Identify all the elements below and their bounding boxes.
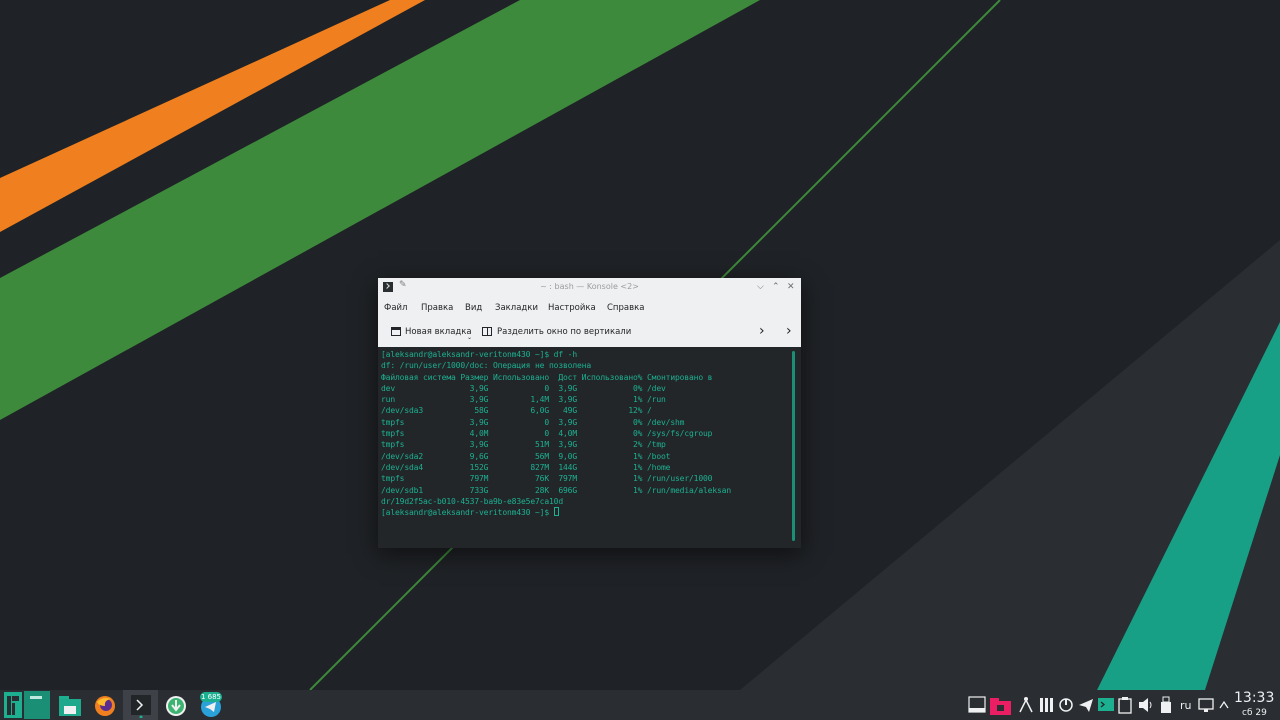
expand-tray-icon[interactable] bbox=[1218, 696, 1230, 714]
usb-icon[interactable] bbox=[1160, 696, 1172, 714]
text-cursor bbox=[553, 507, 559, 517]
split-view-button[interactable]: Разделить окно по вертикали bbox=[497, 327, 631, 337]
terminal-output: [aleksandr@aleksandr-veritonm430 ~]$ df … bbox=[381, 349, 731, 518]
terminal-line: [aleksandr@aleksandr-veritonm430 ~]$ df … bbox=[381, 350, 577, 359]
manjaro-menu-icon[interactable] bbox=[4, 692, 22, 718]
keyboard-layout[interactable]: ru bbox=[1180, 699, 1192, 712]
clock-time[interactable]: 13:33 bbox=[1234, 690, 1274, 706]
send-icon[interactable] bbox=[1078, 696, 1094, 714]
files-icon[interactable] bbox=[58, 694, 82, 718]
clock-date[interactable]: сб 29 bbox=[1242, 708, 1267, 718]
menu-bar: Файл Правка Вид Закладки Настройка Справ… bbox=[378, 297, 801, 318]
menu-help[interactable]: Справка bbox=[607, 303, 644, 313]
menu-bookmarks[interactable]: Закладки bbox=[495, 303, 538, 313]
menu-view[interactable]: Вид bbox=[465, 303, 482, 313]
terminal-line: dr/19d2f5ac-b010-4537-ba9b-e83e5e7ca10d bbox=[381, 496, 563, 506]
scrollbar[interactable] bbox=[792, 351, 795, 541]
title-bar[interactable]: ✎ ~ : bash — Konsole <2> ⌵ ⌃ ✕ bbox=[378, 278, 801, 297]
menu-settings[interactable]: Настройка bbox=[548, 303, 596, 313]
firefox-icon[interactable] bbox=[93, 694, 117, 718]
terminal-line: run 3,9G 1,4M 3,9G 1% /run bbox=[381, 395, 666, 405]
show-desktop-icon[interactable] bbox=[968, 696, 986, 714]
new-tab-button[interactable]: Новая вкладка bbox=[405, 327, 472, 337]
overflow-menu-icon[interactable]: › bbox=[786, 323, 792, 339]
power-icon[interactable] bbox=[1058, 696, 1074, 714]
terminal-line: df: /run/user/1000/doc: Операция не позв… bbox=[381, 361, 591, 371]
terminal-line: /dev/sda3 58G 6,0G 49G 12% / bbox=[381, 406, 652, 416]
new-tab-icon[interactable] bbox=[391, 327, 401, 336]
minimize-icon[interactable]: ⌵ bbox=[757, 281, 764, 293]
terminal-line: tmpfs 797M 76K 797M 1% /run/user/1000 bbox=[381, 474, 713, 484]
display-icon[interactable] bbox=[1198, 696, 1214, 714]
konsole-icon[interactable] bbox=[129, 694, 153, 718]
terminal-area[interactable]: [aleksandr@aleksandr-veritonm430 ~]$ df … bbox=[378, 347, 801, 548]
chevron-right-icon[interactable]: › bbox=[759, 323, 765, 339]
konsole-window[interactable]: ✎ ~ : bash — Konsole <2> ⌵ ⌃ ✕ Файл Прав… bbox=[378, 278, 801, 548]
pager-icon[interactable] bbox=[24, 691, 50, 719]
updates-icon[interactable] bbox=[164, 694, 188, 718]
terminal-line: tmpfs 4,0M 0 4,0M 0% /sys/fs/cgroup bbox=[381, 429, 713, 439]
terminal-line: tmpfs 3,9G 0 3,9G 0% /dev/shm bbox=[381, 417, 685, 427]
close-icon[interactable]: ✕ bbox=[787, 281, 795, 293]
clipboard-icon[interactable] bbox=[1118, 696, 1132, 714]
terminal-line: dev 3,9G 0 3,9G 0% /dev bbox=[381, 383, 666, 393]
terminal-prompt: [aleksandr@aleksandr-veritonm430 ~]$ bbox=[381, 508, 554, 518]
chevron-down-icon[interactable]: ⌄ bbox=[467, 334, 472, 341]
kdeconnect-icon[interactable] bbox=[1018, 696, 1034, 714]
terminal-tray-icon[interactable] bbox=[1097, 696, 1115, 714]
terminal-line: /dev/sda2 9,6G 56M 9,0G 1% /boot bbox=[381, 451, 671, 461]
terminal-line: /dev/sdb1 733G 28K 696G 1% /run/media/al… bbox=[381, 485, 731, 495]
terminal-line: Файловая система Размер Использовано Дос… bbox=[381, 372, 713, 382]
terminal-line: tmpfs 3,9G 51M 3,9G 2% /tmp bbox=[381, 440, 666, 450]
maximize-icon[interactable]: ⌃ bbox=[772, 281, 780, 293]
split-view-icon[interactable] bbox=[482, 327, 492, 336]
volume-icon[interactable] bbox=[1138, 696, 1154, 714]
menu-file[interactable]: Файл bbox=[384, 303, 407, 313]
notification-badge: 1 685 bbox=[200, 692, 222, 702]
menu-edit[interactable]: Правка bbox=[421, 303, 453, 313]
window-title: ~ : bash — Konsole <2> bbox=[540, 282, 639, 291]
toolbar: Новая вкладка ⌄ Разделить окно по вертик… bbox=[378, 318, 801, 347]
terminal-line: /dev/sda4 152G 827M 144G 1% /home bbox=[381, 462, 671, 472]
tray-settings-icon[interactable] bbox=[1039, 696, 1053, 714]
folder-icon[interactable] bbox=[990, 696, 1012, 716]
